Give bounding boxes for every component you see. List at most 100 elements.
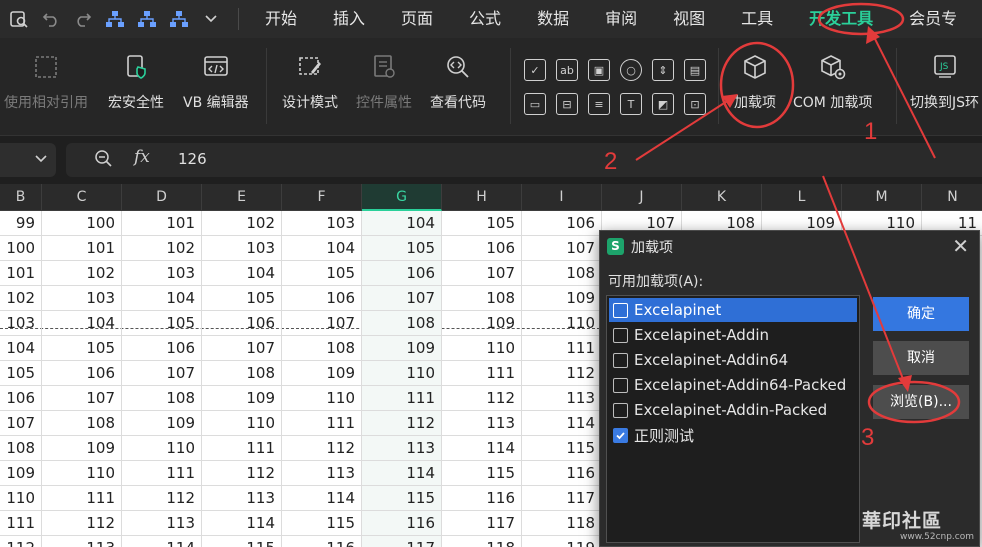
switch-js-button[interactable]: JS 切换到JS环 — [910, 52, 979, 112]
grid-cell[interactable]: 101 — [122, 211, 202, 236]
tab-insert[interactable]: 插入 — [315, 0, 383, 38]
checkbox-icon[interactable] — [613, 352, 628, 368]
grid-cell[interactable]: 105 — [42, 336, 122, 361]
checkbox-icon[interactable] — [613, 377, 628, 393]
grid-cell[interactable]: 119 — [522, 536, 602, 547]
addin-list-item[interactable]: Excelapinet-Addin64-Packed — [609, 373, 857, 397]
grid-cell[interactable]: 113 — [282, 461, 362, 486]
grid-cell[interactable]: 108 — [522, 261, 602, 286]
grid-cell[interactable]: 107 — [442, 261, 522, 286]
grid-cell[interactable]: 111 — [202, 436, 282, 461]
grid-cell[interactable]: 104 — [282, 236, 362, 261]
grid-cell[interactable]: 102 — [202, 211, 282, 236]
grid-cell[interactable]: 107 — [522, 236, 602, 261]
grid-cell[interactable]: 112 — [282, 436, 362, 461]
column-header-d[interactable]: D — [122, 184, 202, 211]
scroll-control-icon[interactable]: ▤ — [684, 59, 706, 81]
com-addins-button[interactable]: COM 加载项 — [793, 52, 872, 112]
chevron-down-icon[interactable] — [34, 151, 48, 170]
browse-button[interactable]: 浏览(B)... — [873, 385, 969, 419]
addin-list-item[interactable]: Excelapinet — [609, 298, 857, 322]
grid-cell[interactable]: 111 — [122, 461, 202, 486]
column-header-e[interactable]: E — [202, 184, 282, 211]
grid-cell[interactable]: 103 — [282, 211, 362, 236]
chevron-down-icon[interactable] — [198, 6, 224, 32]
function-icon[interactable]: fx — [134, 147, 150, 167]
hierarchy-icon[interactable] — [166, 6, 192, 32]
formula-value[interactable]: 126 — [178, 150, 207, 168]
grid-cell[interactable]: 103 — [202, 236, 282, 261]
grid-cell[interactable]: 108 — [202, 361, 282, 386]
grid-cell[interactable]: 100 — [0, 236, 42, 261]
grid-cell[interactable]: 106 — [282, 286, 362, 311]
addin-list-item[interactable]: Excelapinet-Addin — [609, 323, 857, 347]
grid-cell[interactable]: 106 — [42, 361, 122, 386]
grid-cell[interactable]: 109 — [362, 336, 442, 361]
grid-cell[interactable]: 111 — [362, 386, 442, 411]
label-control-icon[interactable]: ab — [556, 59, 578, 81]
grid-cell[interactable]: 111 — [522, 336, 602, 361]
grid-cell[interactable]: 109 — [122, 411, 202, 436]
column-header-c[interactable]: C — [42, 184, 122, 211]
name-box[interactable] — [0, 143, 56, 177]
grid-cell[interactable]: 110 — [362, 361, 442, 386]
column-header-m[interactable]: M — [842, 184, 922, 211]
addin-list-item[interactable]: 正则测试 — [609, 423, 857, 447]
macro-security-button[interactable]: 宏安全性 — [108, 52, 164, 112]
grid-cell[interactable]: 113 — [442, 411, 522, 436]
grid-cell[interactable]: 112 — [0, 536, 42, 547]
grid-cell[interactable]: 112 — [522, 361, 602, 386]
grid-cell[interactable]: 114 — [202, 511, 282, 536]
addin-list-item[interactable]: Excelapinet-Addin-Packed — [609, 398, 857, 422]
grid-cell[interactable]: 106 — [522, 211, 602, 236]
grid-cell[interactable]: 109 — [282, 361, 362, 386]
column-header-f[interactable]: F — [282, 184, 362, 211]
list-control-icon[interactable]: ≡ — [588, 93, 610, 115]
formula-input[interactable]: fx 126 — [66, 143, 982, 177]
grid-cell[interactable]: 115 — [442, 461, 522, 486]
grid-cell[interactable]: 102 — [0, 286, 42, 311]
hierarchy-icon[interactable] — [134, 6, 160, 32]
column-header-i[interactable]: I — [522, 184, 602, 211]
button-control-icon[interactable]: ⊟ — [556, 93, 578, 115]
grid-cell[interactable]: 114 — [282, 486, 362, 511]
grid-cell[interactable]: 109 — [522, 286, 602, 311]
grid-cell[interactable]: 111 — [0, 511, 42, 536]
radio-control-icon[interactable]: ○ — [620, 59, 642, 81]
grid-cell[interactable]: 116 — [282, 536, 362, 547]
grid-cell[interactable]: 108 — [282, 336, 362, 361]
grid-cell[interactable]: 118 — [522, 511, 602, 536]
grid-cell[interactable]: 111 — [442, 361, 522, 386]
grid-cell[interactable]: 102 — [122, 236, 202, 261]
grid-cell[interactable]: 112 — [362, 411, 442, 436]
grid-cell[interactable]: 104 — [362, 211, 442, 236]
column-header-b[interactable]: B — [0, 184, 42, 211]
checkbox-icon[interactable] — [613, 302, 628, 318]
grid-cell[interactable]: 105 — [362, 236, 442, 261]
grid-cell[interactable]: 117 — [362, 536, 442, 547]
grid-cell[interactable]: 115 — [282, 511, 362, 536]
grid-cell[interactable]: 102 — [42, 261, 122, 286]
undo-icon[interactable] — [38, 6, 64, 32]
grid-cell[interactable]: 112 — [42, 511, 122, 536]
tab-tools[interactable]: 工具 — [723, 0, 791, 38]
ok-button[interactable]: 确定 — [873, 297, 969, 331]
checkbox-checked-icon[interactable] — [613, 427, 628, 443]
grid-cell[interactable]: 107 — [0, 411, 42, 436]
grid-cell[interactable]: 115 — [522, 436, 602, 461]
grid-cell[interactable]: 108 — [442, 286, 522, 311]
grid-cell[interactable]: 108 — [42, 411, 122, 436]
grid-cell[interactable]: 100 — [42, 211, 122, 236]
grid-cell[interactable]: 103 — [42, 286, 122, 311]
column-header-l[interactable]: L — [762, 184, 842, 211]
grid-cell[interactable]: 115 — [202, 536, 282, 547]
grid-cell[interactable]: 111 — [282, 411, 362, 436]
grid-cell[interactable]: 114 — [522, 411, 602, 436]
column-header-n[interactable]: N — [922, 184, 982, 211]
grid-cell[interactable]: 117 — [522, 486, 602, 511]
grid-cell[interactable]: 105 — [442, 211, 522, 236]
grid-cell[interactable]: 110 — [282, 386, 362, 411]
grid-cell[interactable]: 109 — [202, 386, 282, 411]
grid-cell[interactable]: 106 — [202, 311, 282, 336]
grid-cell[interactable]: 99 — [0, 211, 42, 236]
